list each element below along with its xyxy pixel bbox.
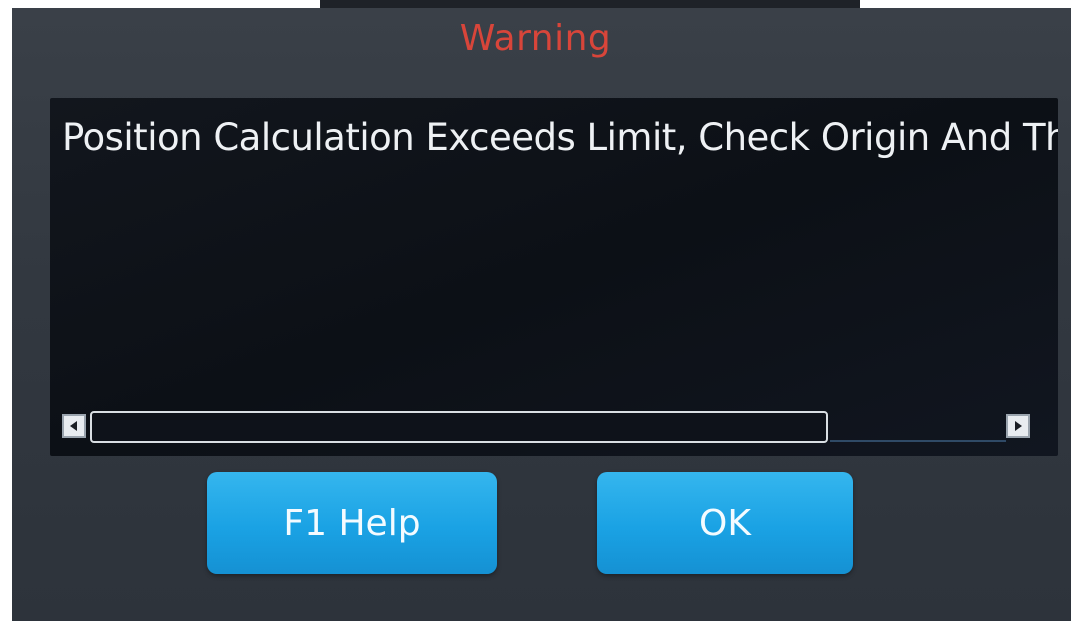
warning-message: Position Calculation Exceeds Limit, Chec…	[62, 116, 1058, 159]
top-bar	[320, 0, 860, 8]
scroll-thumb[interactable]	[90, 411, 828, 443]
scroll-left-arrow-icon[interactable]	[62, 414, 86, 438]
message-panel: Position Calculation Exceeds Limit, Chec…	[50, 98, 1058, 456]
horizontal-scrollbar[interactable]	[62, 410, 1042, 446]
scroll-track[interactable]	[830, 440, 1006, 442]
scroll-right-arrow-icon[interactable]	[1006, 414, 1030, 438]
dialog-title: Warning	[459, 18, 612, 59]
ok-button[interactable]: OK	[597, 472, 853, 574]
screen: Warning Position Calculation Exceeds Lim…	[0, 0, 1071, 621]
help-button[interactable]: F1 Help	[207, 472, 497, 574]
